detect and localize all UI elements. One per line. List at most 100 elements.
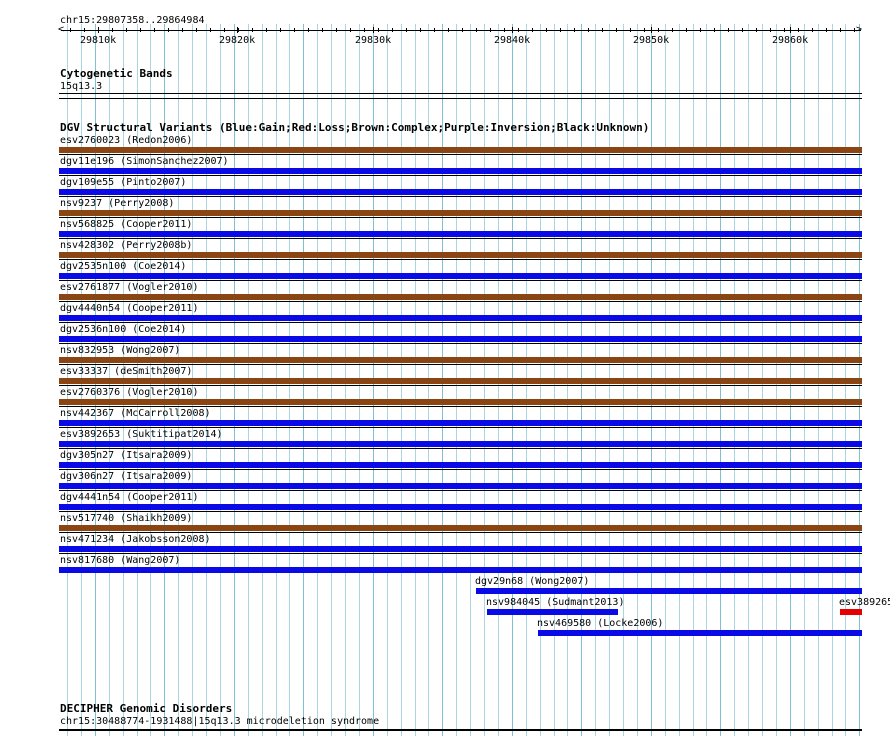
dgv-feature-label[interactable]: nsv517740 (Shaikh2009)	[60, 513, 192, 524]
dgv-feature-label[interactable]: nsv984045 (Sudmant2013)	[486, 597, 624, 608]
dgv-feature-label[interactable]: dgv11e196 (SimonSanchez2007)	[60, 156, 229, 167]
ruler-minor-tick	[602, 28, 603, 32]
dgv-row-divider	[59, 427, 862, 428]
dgv-feature-bar[interactable]	[59, 546, 862, 552]
dgv-feature-bar[interactable]	[59, 462, 862, 468]
ruler-minor-tick	[770, 28, 771, 32]
dgv-feature-bar[interactable]	[59, 294, 862, 300]
dgv-feature-label[interactable]: nsv9237 (Perry2008)	[60, 198, 174, 209]
dgv-feature-label[interactable]: nsv469580 (Locke2006)	[537, 618, 663, 629]
dgv-feature-bar[interactable]	[59, 378, 862, 384]
dgv-feature-label[interactable]: esv2760023 (Redon2006)	[60, 135, 192, 146]
dgv-row-divider	[59, 469, 862, 470]
cytoband-label[interactable]: 15q13.3	[60, 81, 102, 92]
dgv-feature-label[interactable]: nsv568825 (Cooper2011)	[60, 219, 192, 230]
dgv-feature-label[interactable]: nsv817680 (Wang2007)	[60, 555, 180, 566]
ruler-minor-tick	[434, 28, 435, 32]
dgv-feature-bar[interactable]	[59, 147, 862, 153]
dgv-feature-bar[interactable]	[59, 567, 862, 573]
decipher-feature-bar[interactable]	[59, 729, 862, 731]
dgv-feature-label[interactable]: nsv832953 (Wong2007)	[60, 345, 180, 356]
dgv-feature-label[interactable]: dgv4440n54 (Cooper2011)	[60, 303, 198, 314]
ruler-minor-tick	[294, 28, 295, 32]
dgv-row-divider	[59, 343, 862, 344]
ruler-minor-tick	[154, 28, 155, 32]
dgv-feature-bar[interactable]	[59, 336, 862, 342]
ruler-minor-tick	[378, 28, 379, 32]
dgv-track-title[interactable]: DGV Structural Variants (Blue:Gain;Red:L…	[60, 122, 649, 134]
dgv-feature-bar[interactable]	[59, 315, 862, 321]
dgv-row-divider	[59, 301, 862, 302]
ruler-minor-tick	[700, 28, 701, 32]
dgv-feature-label[interactable]: dgv4441n54 (Cooper2011)	[60, 492, 198, 503]
dgv-row-divider	[59, 322, 862, 323]
ruler-minor-tick	[560, 28, 561, 32]
dgv-feature-bar[interactable]	[538, 630, 862, 636]
dgv-feature-label[interactable]: dgv109e55 (Pinto2007)	[60, 177, 186, 188]
dgv-row-divider	[59, 259, 862, 260]
dgv-feature-label[interactable]: dgv2536n100 (Coe2014)	[60, 324, 186, 335]
cytoband-line-bottom	[59, 98, 862, 99]
left-arrow-icon[interactable]: <	[58, 25, 64, 35]
ruler-minor-tick	[826, 28, 827, 32]
ruler-minor-tick	[672, 28, 673, 32]
dgv-feature-label[interactable]: nsv428302 (Perry2008b)	[60, 240, 192, 251]
dgv-row-divider	[59, 364, 862, 365]
dgv-feature-label[interactable]: nsv471234 (Jakobsson2008)	[60, 534, 211, 545]
ruler-minor-tick	[588, 28, 589, 32]
ruler-minor-tick	[224, 28, 225, 32]
ruler-minor-tick	[532, 28, 533, 32]
ruler-minor-tick	[112, 28, 113, 32]
dgv-feature-bar[interactable]	[59, 189, 862, 195]
ruler-tick-label: 29830k	[355, 35, 392, 46]
dgv-row-divider	[59, 490, 862, 491]
dgv-row-divider	[59, 175, 862, 176]
dgv-feature-bar[interactable]	[59, 441, 862, 447]
dgv-feature-label[interactable]: dgv306n27 (Itsara2009)	[60, 471, 192, 482]
dgv-feature-bar[interactable]	[59, 399, 862, 405]
dgv-feature-bar[interactable]	[59, 483, 862, 489]
dgv-feature-label[interactable]: esv2760376 (Vogler2010)	[60, 387, 198, 398]
ruler-minor-tick	[462, 28, 463, 32]
cytoband-track-title[interactable]: Cytogenetic Bands	[60, 68, 173, 80]
dgv-feature-bar[interactable]	[59, 231, 862, 237]
ruler-minor-tick	[238, 28, 239, 32]
dgv-feature-bar[interactable]	[59, 168, 862, 174]
ruler-minor-tick	[798, 28, 799, 32]
dgv-feature-bar[interactable]	[476, 588, 862, 594]
ruler-tick-label: 29850k	[633, 35, 670, 46]
dgv-row-divider	[59, 238, 862, 239]
dgv-row-divider	[59, 448, 862, 449]
dgv-feature-label[interactable]: dgv2535n100 (Coe2014)	[60, 261, 186, 272]
ruler-minor-tick	[490, 28, 491, 32]
ruler-minor-tick	[98, 28, 99, 32]
cytoband-line-top	[59, 93, 862, 94]
dgv-feature-bar[interactable]	[487, 609, 618, 615]
ruler-tick	[651, 27, 652, 33]
dgv-feature-label[interactable]: esv389265	[839, 597, 890, 608]
dgv-feature-bar[interactable]	[59, 420, 862, 426]
dgv-feature-bar[interactable]	[59, 357, 862, 363]
dgv-feature-label[interactable]: esv2761877 (Vogler2010)	[60, 282, 198, 293]
decipher-feature-label[interactable]: chr15:30488774-1931488|15q13.3 microdele…	[60, 716, 379, 727]
right-arrow-icon[interactable]: >	[856, 25, 862, 35]
ruler-minor-tick	[546, 28, 547, 32]
dgv-feature-bar[interactable]	[59, 273, 862, 279]
dgv-feature-label[interactable]: dgv29n68 (Wong2007)	[475, 576, 589, 587]
ruler-minor-tick	[854, 28, 855, 32]
dgv-feature-label[interactable]: esv33337 (deSmith2007)	[60, 366, 192, 377]
ruler-axis	[61, 30, 861, 31]
dgv-feature-label[interactable]: esv3892653 (Suktitipat2014)	[60, 429, 223, 440]
dgv-feature-bar[interactable]	[840, 609, 862, 615]
ruler-minor-tick	[182, 28, 183, 32]
dgv-feature-bar[interactable]	[59, 210, 862, 216]
dgv-feature-label[interactable]: nsv442367 (McCarroll2008)	[60, 408, 211, 419]
dgv-feature-label[interactable]: dgv305n27 (Itsara2009)	[60, 450, 192, 461]
decipher-track-title[interactable]: DECIPHER Genomic Disorders	[60, 703, 232, 715]
ruler-tick	[512, 27, 513, 33]
dgv-feature-bar[interactable]	[59, 504, 862, 510]
dgv-feature-bar[interactable]	[59, 252, 862, 258]
dgv-feature-bar[interactable]	[59, 525, 862, 531]
ruler-minor-tick	[420, 28, 421, 32]
ruler-minor-tick	[336, 28, 337, 32]
